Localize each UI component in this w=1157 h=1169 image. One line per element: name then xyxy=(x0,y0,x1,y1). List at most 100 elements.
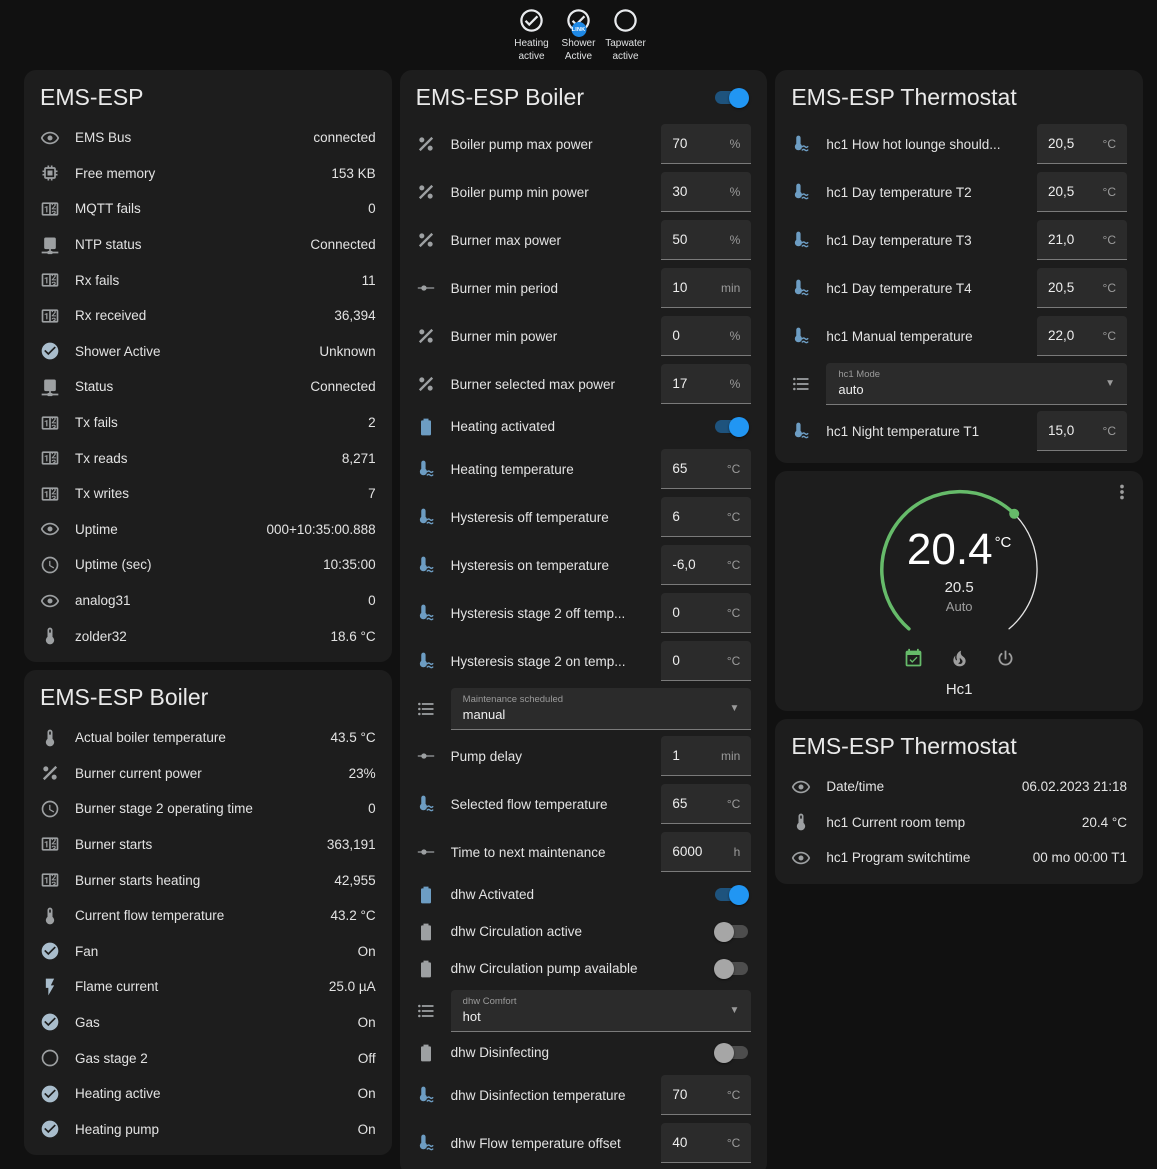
entity-row[interactable]: Date/time06.02.2023 21:18 xyxy=(775,769,1143,805)
entity-row[interactable]: Shower ActiveUnknown xyxy=(24,334,392,370)
control-row[interactable]: Burner min power0% xyxy=(400,312,768,360)
control-row[interactable]: hc1 Day temperature T420,5°C xyxy=(775,264,1143,312)
entity-label: analog31 xyxy=(75,593,345,608)
select-input[interactable]: hc1 Modeauto▼ xyxy=(826,363,1127,405)
entity-row[interactable]: Flame current25.0 µA xyxy=(24,969,392,1005)
control-row[interactable]: Burner min period10min xyxy=(400,264,768,312)
entity-row[interactable]: Burner starts heating42,955 xyxy=(24,862,392,898)
number-input[interactable]: 6°C xyxy=(661,497,751,537)
number-input[interactable]: 65°C xyxy=(661,449,751,489)
entity-row[interactable]: Rx received36,394 xyxy=(24,298,392,334)
number-input[interactable]: 0% xyxy=(661,316,751,356)
select-input[interactable]: dhw Comforthot▼ xyxy=(451,990,752,1032)
entity-row[interactable]: Tx reads8,271 xyxy=(24,440,392,476)
glance-item[interactable]: Heatingactive xyxy=(510,7,554,63)
entity-row[interactable]: Burner starts363,191 xyxy=(24,827,392,863)
control-row[interactable]: Hysteresis off temperature6°C xyxy=(400,493,768,541)
number-input[interactable]: 50% xyxy=(661,220,751,260)
control-row[interactable]: Hysteresis stage 2 off temp...0°C xyxy=(400,589,768,637)
control-row[interactable]: dhw Disinfection temperature70°C xyxy=(400,1071,768,1119)
more-menu-icon[interactable] xyxy=(1111,481,1133,503)
number-input[interactable]: 0°C xyxy=(661,641,751,681)
control-row[interactable]: dhw Disinfecting xyxy=(400,1034,768,1071)
entity-row[interactable]: hc1 Current room temp20.4 °C xyxy=(775,805,1143,841)
toggle-switch[interactable] xyxy=(715,962,748,975)
number-input[interactable]: 15,0°C xyxy=(1037,411,1127,451)
control-row[interactable]: Hysteresis stage 2 on temp...0°C xyxy=(400,637,768,685)
control-row[interactable]: Pump delay1min xyxy=(400,732,768,780)
number-input[interactable]: 70°C xyxy=(661,1075,751,1115)
power-icon[interactable] xyxy=(995,648,1016,669)
entity-row[interactable]: Heating pumpOn xyxy=(24,1111,392,1147)
card-toggle[interactable] xyxy=(715,91,748,104)
control-row[interactable]: hc1 How hot lounge should...20,5°C xyxy=(775,120,1143,168)
number-input[interactable]: -6,0°C xyxy=(661,545,751,585)
number-input[interactable]: 20,5°C xyxy=(1037,172,1127,212)
entity-row[interactable]: FanOn xyxy=(24,933,392,969)
entity-row[interactable]: Uptime (sec)10:35:00 xyxy=(24,547,392,583)
control-label: hc1 Day temperature T2 xyxy=(826,185,1022,200)
control-row[interactable]: Burner selected max power17% xyxy=(400,360,768,408)
number-input[interactable]: 30% xyxy=(661,172,751,212)
number-input[interactable]: 22,0°C xyxy=(1037,316,1127,356)
entity-row[interactable]: Current flow temperature43.2 °C xyxy=(24,898,392,934)
toggle-switch[interactable] xyxy=(715,888,748,901)
fire-icon[interactable] xyxy=(949,648,970,669)
toggle-switch[interactable] xyxy=(715,1046,748,1059)
entity-row[interactable]: MQTT fails0 xyxy=(24,191,392,227)
number-input[interactable]: 21,0°C xyxy=(1037,220,1127,260)
control-row[interactable]: Boiler pump max power70% xyxy=(400,120,768,168)
control-row[interactable]: hc1 Night temperature T115,0°C xyxy=(775,407,1143,455)
glance-item[interactable]: Tapwateractive xyxy=(604,7,648,63)
number-input[interactable]: 20,5°C xyxy=(1037,124,1127,164)
control-row[interactable]: dhw Circulation active xyxy=(400,913,768,950)
number-input[interactable]: 10min xyxy=(661,268,751,308)
control-row[interactable]: Heating activated xyxy=(400,408,768,445)
entity-row[interactable]: zolder3218.6 °C xyxy=(24,618,392,654)
number-input[interactable]: 40°C xyxy=(661,1123,751,1163)
control-row[interactable]: dhw Flow temperature offset40°C xyxy=(400,1119,768,1167)
calendar-check-icon[interactable] xyxy=(903,648,924,669)
control-row[interactable]: Selected flow temperature65°C xyxy=(400,780,768,828)
control-row[interactable]: Time to next maintenance6000h xyxy=(400,828,768,876)
control-row[interactable]: hc1 Manual temperature22,0°C xyxy=(775,312,1143,360)
number-input[interactable]: 17% xyxy=(661,364,751,404)
number-unit: °C xyxy=(1103,185,1116,199)
control-row[interactable]: Hysteresis on temperature-6,0°C xyxy=(400,541,768,589)
entity-row[interactable]: StatusConnected xyxy=(24,369,392,405)
entity-row[interactable]: analog310 xyxy=(24,583,392,619)
entity-row[interactable]: EMS Busconnected xyxy=(24,120,392,156)
control-row[interactable]: Heating temperature65°C xyxy=(400,445,768,493)
entity-row[interactable]: Tx writes7 xyxy=(24,476,392,512)
toggle-switch[interactable] xyxy=(715,420,748,433)
entity-row[interactable]: Gas stage 2Off xyxy=(24,1040,392,1076)
control-row[interactable]: Burner max power50% xyxy=(400,216,768,264)
entity-row[interactable]: hc1 Program switchtime00 mo 00:00 T1 xyxy=(775,840,1143,876)
number-input[interactable]: 20,5°C xyxy=(1037,268,1127,308)
entity-row[interactable]: Burner stage 2 operating time0 xyxy=(24,791,392,827)
select-input[interactable]: Maintenance scheduledmanual▼ xyxy=(451,688,752,730)
control-row[interactable]: hc1 Day temperature T2 20,5°C xyxy=(775,168,1143,216)
number-input[interactable]: 65°C xyxy=(661,784,751,824)
entity-row[interactable]: Free memory153 KB xyxy=(24,156,392,192)
number-input[interactable]: 0°C xyxy=(661,593,751,633)
entity-row[interactable]: Rx fails11 xyxy=(24,262,392,298)
entity-row[interactable]: Heating activeOn xyxy=(24,1076,392,1112)
entity-row[interactable]: Actual boiler temperature43.5 °C xyxy=(24,720,392,756)
entity-row[interactable]: GasOn xyxy=(24,1005,392,1041)
toggle-switch[interactable] xyxy=(715,925,748,938)
control-row[interactable]: Boiler pump min power30% xyxy=(400,168,768,216)
entity-row[interactable]: Burner current power23% xyxy=(24,756,392,792)
control-row[interactable]: hc1 Day temperature T321,0°C xyxy=(775,216,1143,264)
entity-label: EMS Bus xyxy=(75,130,290,145)
thermostat-dial[interactable] xyxy=(869,479,1049,659)
entity-row[interactable]: Uptime000+10:35:00.888 xyxy=(24,512,392,548)
glance-item[interactable]: LINKShowerActive xyxy=(557,7,601,63)
entity-row[interactable]: NTP statusConnected xyxy=(24,227,392,263)
control-row[interactable]: dhw Activated xyxy=(400,876,768,913)
number-input[interactable]: 6000h xyxy=(661,832,751,872)
number-input[interactable]: 70% xyxy=(661,124,751,164)
control-row[interactable]: dhw Circulation pump available xyxy=(400,950,768,987)
number-input[interactable]: 1min xyxy=(661,736,751,776)
entity-row[interactable]: Tx fails2 xyxy=(24,405,392,441)
